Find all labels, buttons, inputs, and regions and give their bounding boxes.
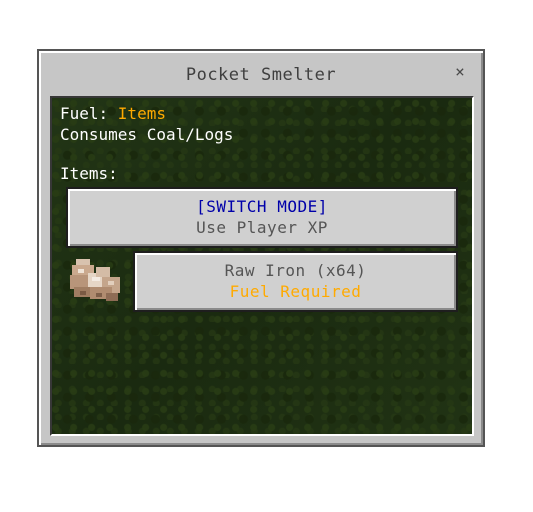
- raw-iron-icon: [66, 253, 126, 311]
- switch-mode-title: [SWITCH MODE]: [196, 197, 328, 216]
- item-status: Fuel Required: [229, 282, 362, 301]
- item-name: Raw Iron (x64): [224, 261, 367, 280]
- fuel-line: Fuel: Items: [60, 104, 166, 123]
- switch-mode-subtitle: Use Player XP: [196, 218, 328, 237]
- content-panel: Fuel: Items Consumes Coal/Logs Items: [S…: [50, 96, 474, 436]
- fuel-value: Items: [117, 104, 166, 123]
- pocket-smelter-window: Pocket Smelter × Fuel: Items Consumes Co…: [37, 49, 485, 447]
- fuel-consumes-text: Consumes Coal/Logs: [60, 125, 234, 144]
- window-title: Pocket Smelter: [185, 65, 337, 85]
- item-entry-raw-iron[interactable]: Raw Iron (x64) Fuel Required: [133, 251, 458, 312]
- switch-mode-button[interactable]: [SWITCH MODE] Use Player XP: [66, 187, 458, 248]
- close-button[interactable]: ×: [451, 63, 469, 81]
- title-bar: Pocket Smelter ×: [39, 51, 483, 97]
- fuel-label: Fuel:: [60, 104, 118, 123]
- screen: Pocket Smelter × Fuel: Items Consumes Co…: [0, 0, 533, 512]
- items-heading: Items:: [60, 164, 118, 183]
